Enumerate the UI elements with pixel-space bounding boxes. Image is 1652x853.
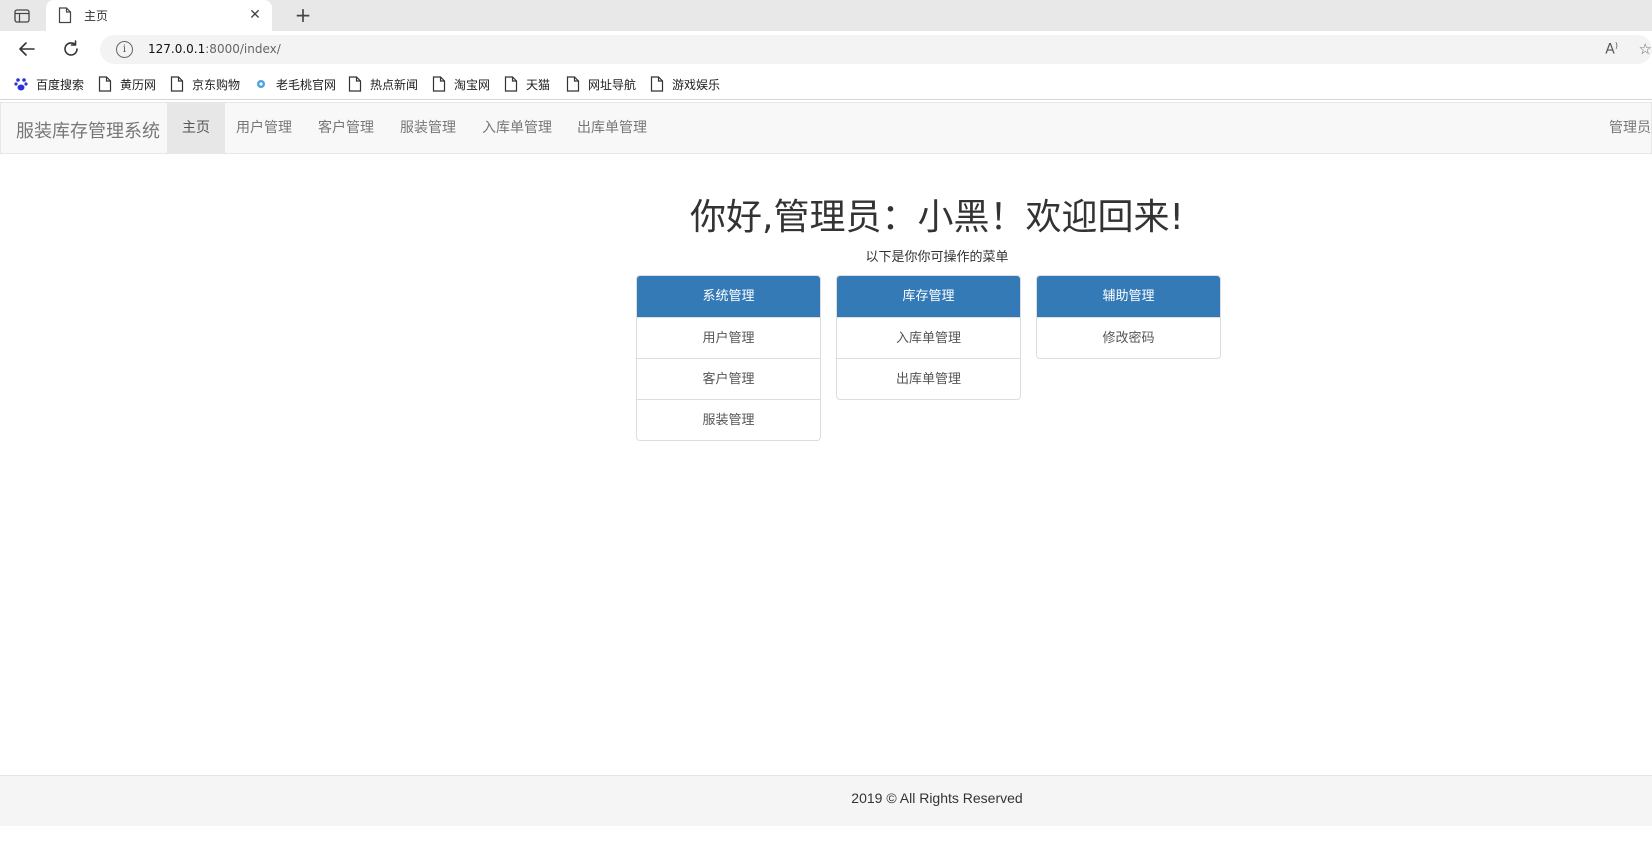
menu-subtitle: 以下是你你可操作的菜单 [865,250,1009,265]
favorite-star-icon[interactable]: ☆ [1639,40,1652,58]
reload-icon[interactable] [60,38,82,60]
page-icon [58,7,74,24]
panel-menu-link[interactable]: 修改密码 [1037,317,1220,358]
bookmark-item[interactable]: 淘宝网 [432,75,490,93]
panel-menu-link[interactable]: 出库单管理 [837,358,1020,399]
panel-menu-link[interactable]: 用户管理 [637,317,820,358]
bookmark-label: 京东购物 [192,77,241,92]
welcome-heading: 你好,管理员：小黑！欢迎回来! [690,197,1184,238]
url-text: 127.0.0.1:8000/index/ [148,42,281,56]
menu-panel-auxiliary: 辅助管理 修改密码 [1036,275,1221,359]
bookmark-item[interactable]: 网址导航 [566,75,636,93]
nav-item-home[interactable]: 主页 [167,103,225,153]
new-tab-plus-icon[interactable]: + [292,3,314,27]
bookmark-label: 天猫 [526,77,551,92]
panel-title: 辅助管理 [1037,276,1220,317]
admin-menu[interactable]: 管理员 [1609,103,1651,153]
bookmark-label: 百度搜索 [36,77,85,92]
bookmark-label: 游戏娱乐 [672,77,721,92]
page-icon [348,76,362,92]
globe-dot-icon [254,76,268,92]
page-icon [504,76,518,92]
nav-item-stock-in[interactable]: 入库单管理 [467,103,567,153]
bookmark-item[interactable]: 热点新闻 [348,75,418,93]
bookmark-item[interactable]: 天猫 [504,75,550,93]
bookmark-item[interactable]: 百度搜索 [14,75,84,93]
panel-menu-link[interactable]: 服装管理 [637,399,820,440]
bookmark-label: 淘宝网 [454,77,491,92]
bookmark-item[interactable]: 老毛桃官网 [254,75,336,93]
bookmarks-bar: 百度搜索 黄历网 京东购物 老毛桃官网 热点新闻 淘宝网 天猫 网址导航 游戏娱乐 [0,68,1652,100]
nav-item-stock-out[interactable]: 出库单管理 [562,103,662,153]
tab-title: 主页 [84,9,109,23]
nav-item-users[interactable]: 用户管理 [221,103,307,153]
panel-title: 系统管理 [637,276,820,317]
browser-tab-active[interactable]: 主页 ✕ [46,0,272,31]
copyright-text: 2019 © All Rights Reserved [851,790,1023,806]
page-icon [170,76,184,92]
bookmark-label: 黄历网 [120,77,157,92]
nav-item-clothing[interactable]: 服装管理 [385,103,471,153]
page-footer: 2019 © All Rights Reserved [0,775,1652,826]
close-tab-icon[interactable]: ✕ [246,6,264,24]
bookmark-label: 老毛桃官网 [276,77,337,92]
app-navbar: 服装库存管理系统 主页 用户管理 客户管理 服装管理 入库单管理 出库单管理 管理员 [0,102,1652,154]
page-bottom-area [0,826,1652,853]
panel-menu-link[interactable]: 入库单管理 [837,317,1020,358]
tab-actions-icon[interactable] [12,6,32,26]
panel-menu-link[interactable]: 客户管理 [637,358,820,399]
page-icon [98,76,112,92]
baidu-paw-icon [14,76,28,92]
brand-title[interactable]: 服装库存管理系统 [16,117,160,143]
page-icon [566,76,580,92]
bookmark-label: 网址导航 [588,77,637,92]
browser-tab-strip: 主页 ✕ + [0,0,1652,31]
bookmark-item[interactable]: 京东购物 [170,75,240,93]
address-bar[interactable]: i 127.0.0.1:8000/index/ A) ☆ [100,35,1652,64]
read-aloud-icon[interactable]: A) [1605,41,1618,58]
site-info-icon[interactable]: i [116,41,133,58]
back-arrow-icon[interactable] [16,38,38,60]
browser-toolbar: i 127.0.0.1:8000/index/ A) ☆ [0,31,1652,68]
bookmark-label: 热点新闻 [370,77,419,92]
page-icon [650,76,664,92]
menu-panel-system: 系统管理 用户管理 客户管理 服装管理 [636,275,821,441]
nav-item-customers[interactable]: 客户管理 [303,103,389,153]
page-icon [432,76,446,92]
menu-panel-inventory: 库存管理 入库单管理 出库单管理 [836,275,1021,400]
bookmark-item[interactable]: 黄历网 [98,75,156,93]
bookmark-item[interactable]: 游戏娱乐 [650,75,720,93]
panel-title: 库存管理 [837,276,1020,317]
